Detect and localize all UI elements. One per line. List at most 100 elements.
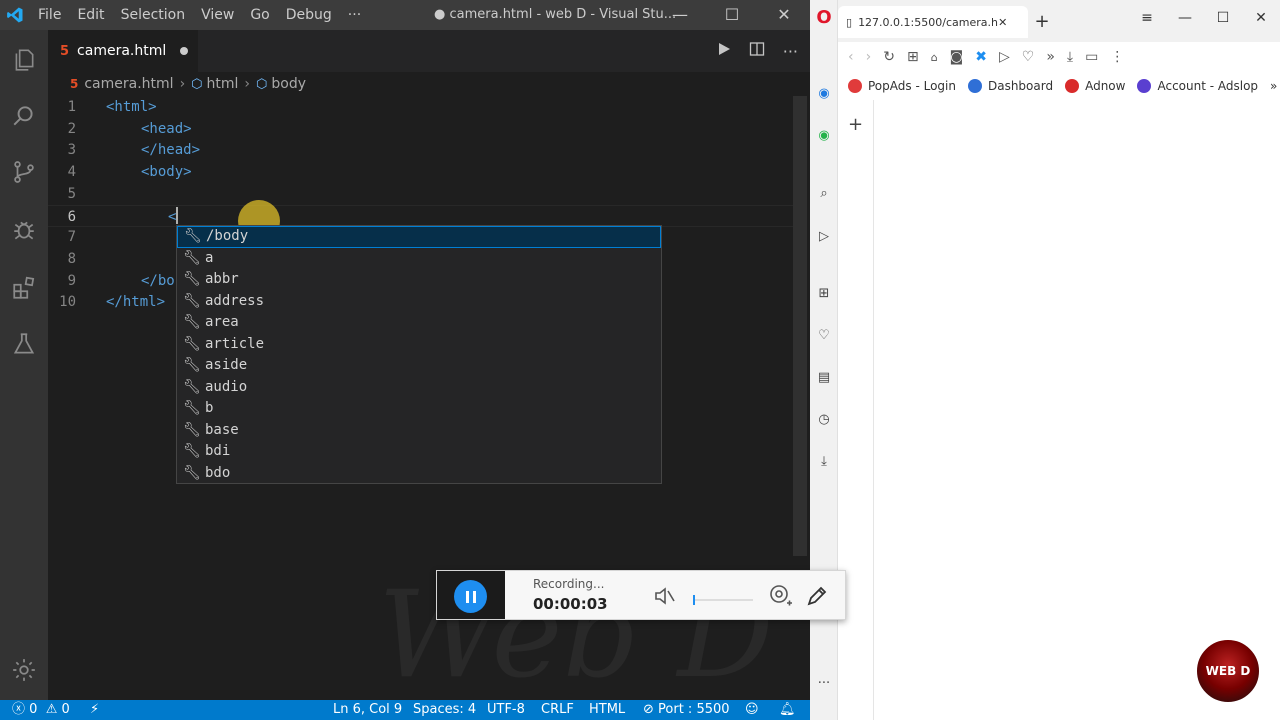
- browser-tab[interactable]: ▯ 127.0.0.1:5500/camera.htm ✕: [838, 6, 1028, 38]
- code-line[interactable]: 2 <head>: [48, 118, 793, 140]
- unsaved-dot-icon[interactable]: [180, 47, 189, 55]
- menu-debug[interactable]: Debug: [278, 0, 340, 30]
- code-line[interactable]: 5: [48, 183, 793, 205]
- mute-icon[interactable]: [653, 585, 677, 611]
- suggestion-item[interactable]: 🔧︎ a: [177, 248, 661, 270]
- suggestion-item[interactable]: 🔧︎ bdo: [177, 463, 661, 485]
- gear-icon[interactable]: [0, 646, 48, 694]
- heart-icon[interactable]: ♡: [810, 322, 838, 348]
- download-icon[interactable]: ⤓: [810, 448, 838, 474]
- menu-selection[interactable]: Selection: [113, 0, 194, 30]
- code-line[interactable]: 6 <: [48, 204, 793, 227]
- pause-button[interactable]: [454, 580, 487, 613]
- bookmark-item[interactable]: Adnow: [1065, 79, 1125, 93]
- whatsapp-icon[interactable]: ◉: [810, 122, 838, 148]
- bookmark-item[interactable]: Account - Adslop: [1137, 79, 1258, 93]
- bookmarks-overflow-icon[interactable]: »: [1270, 79, 1277, 93]
- cursor-position[interactable]: Ln 6, Col 9: [333, 700, 402, 720]
- run-icon[interactable]: [717, 42, 731, 60]
- opera-logo-icon[interactable]: O: [810, 4, 838, 30]
- vertical-scrollbar[interactable]: [793, 96, 807, 556]
- suggestion-item[interactable]: 🔧︎ base: [177, 420, 661, 442]
- search-icon[interactable]: ⌕: [810, 180, 838, 206]
- new-tab-button[interactable]: +: [1028, 8, 1056, 36]
- bookmark-item[interactable]: PopAds - Login: [848, 79, 956, 93]
- tab-menu-icon[interactable]: ≡: [1128, 0, 1166, 36]
- minimize-button[interactable]: —: [1166, 0, 1204, 36]
- suggestion-item[interactable]: 🔧︎ bdi: [177, 441, 661, 463]
- menu-edit[interactable]: Edit: [69, 0, 112, 30]
- source-control-icon[interactable]: [0, 148, 48, 196]
- code-line[interactable]: 4 <body>: [48, 161, 793, 183]
- menu-go[interactable]: Go: [242, 0, 277, 30]
- search-icon[interactable]: [0, 92, 48, 140]
- bell-icon[interactable]: 🔔︎: [779, 700, 796, 720]
- line-number: 10: [59, 294, 76, 311]
- feedback-icon[interactable]: ☺: [745, 700, 759, 720]
- notes-icon[interactable]: ▤: [810, 364, 838, 390]
- volume-slider[interactable]: [693, 595, 753, 605]
- split-editor-icon[interactable]: [749, 41, 765, 61]
- breadcrumb-body[interactable]: body: [271, 76, 306, 92]
- debug-icon[interactable]: [0, 206, 48, 254]
- breadcrumb-html[interactable]: html: [207, 76, 239, 92]
- volume-slider-thumb[interactable]: [693, 595, 695, 605]
- close-tab-icon[interactable]: ✕: [998, 16, 1007, 29]
- line-ending[interactable]: CRLF: [541, 700, 574, 720]
- maximize-button[interactable]: ☐: [1204, 0, 1242, 36]
- pencil-icon[interactable]: [805, 584, 829, 612]
- language-mode[interactable]: HTML: [589, 700, 625, 720]
- back-icon[interactable]: ‹: [848, 49, 854, 65]
- menu-icon[interactable]: ⋮: [1110, 49, 1124, 65]
- send-icon[interactable]: ▷: [999, 49, 1010, 65]
- problems-indicator[interactable]: ⓧ 0 ⚠ 0: [12, 700, 70, 720]
- camera-icon[interactable]: ◙: [950, 49, 964, 65]
- breadcrumb-file[interactable]: camera.html: [84, 76, 173, 92]
- history-icon[interactable]: ◷: [810, 406, 838, 432]
- reload-icon[interactable]: ↻: [883, 49, 895, 65]
- suggestion-item[interactable]: 🔧︎ area: [177, 312, 661, 334]
- add-icon[interactable]: +: [848, 114, 863, 135]
- live-server-port[interactable]: ⊘ Port : 5500: [643, 700, 730, 720]
- encoding[interactable]: UTF-8: [487, 700, 525, 720]
- suggestion-item[interactable]: 🔧︎ audio: [177, 377, 661, 399]
- more-actions-icon[interactable]: ···: [783, 42, 798, 61]
- menu-view[interactable]: View: [193, 0, 242, 30]
- send-icon[interactable]: ▷: [810, 223, 838, 249]
- messenger-icon[interactable]: ◉: [810, 80, 838, 106]
- minimize-button[interactable]: —: [654, 0, 706, 30]
- menu-file[interactable]: File: [30, 0, 69, 30]
- menu-more[interactable]: ···: [340, 0, 369, 30]
- grid-icon[interactable]: ⊞: [810, 280, 838, 306]
- suggestion-item[interactable]: 🔧︎ b: [177, 398, 661, 420]
- adblock-icon[interactable]: ✖: [975, 49, 987, 65]
- heart-icon[interactable]: ♡: [1022, 49, 1035, 65]
- symbol-icon: ⬡: [256, 76, 268, 92]
- more-icon[interactable]: ···: [810, 670, 838, 696]
- files-icon[interactable]: [0, 36, 48, 84]
- forward-icon[interactable]: ›: [866, 49, 872, 65]
- code-line[interactable]: 3 </head>: [48, 139, 793, 161]
- suggestion-item[interactable]: 🔧︎ aside: [177, 355, 661, 377]
- extensions-icon[interactable]: [0, 264, 48, 312]
- live-share-icon[interactable]: ⚡: [90, 700, 99, 720]
- close-button[interactable]: ✕: [1242, 0, 1280, 36]
- suggestion-item[interactable]: 🔧︎ article: [177, 334, 661, 356]
- close-button[interactable]: ✕: [758, 0, 810, 30]
- code-line[interactable]: 1 <html>: [48, 96, 793, 118]
- vscode-logo-icon: [0, 0, 30, 30]
- bookmark-item[interactable]: Dashboard: [967, 79, 1053, 93]
- battery-icon[interactable]: ▭: [1085, 49, 1098, 65]
- maximize-button[interactable]: ☐: [706, 0, 758, 30]
- ip-icon[interactable]: ⌂: [931, 51, 938, 64]
- suggestion-item[interactable]: 🔧︎/body: [177, 226, 661, 248]
- webcam-icon[interactable]: [767, 583, 793, 613]
- download-icon[interactable]: ⤓: [1067, 49, 1073, 65]
- overflow-icon[interactable]: »: [1046, 49, 1055, 65]
- suggestion-item[interactable]: 🔧︎ abbr: [177, 269, 661, 291]
- suggestion-item[interactable]: 🔧︎ address: [177, 291, 661, 313]
- flask-icon[interactable]: [0, 320, 48, 368]
- indentation[interactable]: Spaces: 4: [413, 700, 476, 720]
- tabs-grid-icon[interactable]: ⊞: [907, 49, 919, 65]
- tab-camera-html[interactable]: 5 camera.html: [48, 30, 198, 72]
